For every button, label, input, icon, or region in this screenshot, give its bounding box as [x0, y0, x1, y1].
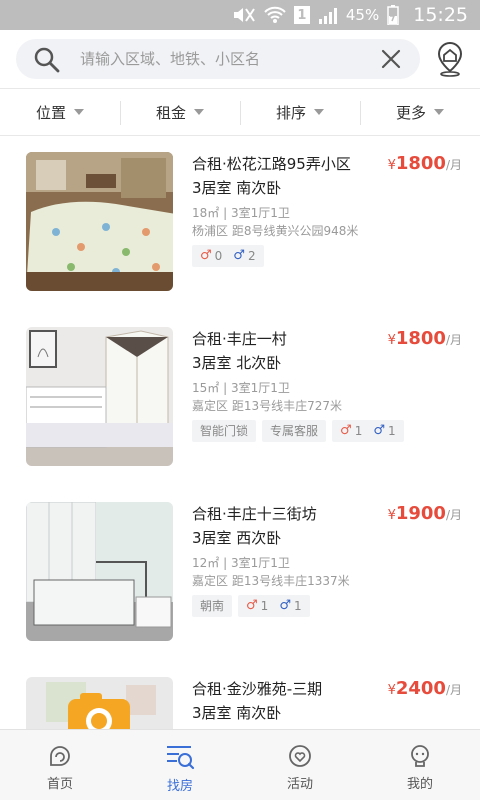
tab-activity[interactable]: 活动 — [240, 730, 360, 800]
filter-rent[interactable]: 租金 — [120, 89, 240, 135]
sim-icon: 1 — [293, 6, 310, 24]
male-count: 2 — [247, 249, 256, 263]
signal-icon — [318, 8, 337, 24]
status-bar: 1 45% 15:25 — [0, 0, 480, 30]
location-home-icon[interactable] — [434, 41, 466, 77]
roommate-gender-tag: ♂ 1 ♂ 1 — [332, 420, 404, 442]
tab-label: 找房 — [166, 779, 193, 794]
price-unit: /月 — [445, 683, 462, 697]
listing-tags: 朝南 ♂ 1 ♂ 1 — [192, 595, 462, 617]
listing-location: 杨浦区 距8号线黄兴公园948米 — [192, 224, 359, 238]
activity-icon — [289, 745, 311, 767]
wifi-icon — [264, 6, 286, 23]
feature-tag: 专属客服 — [262, 420, 327, 442]
filter-location[interactable]: 位置 — [0, 89, 120, 135]
search-input[interactable]: 请输入区域、地铁、小区名 — [16, 39, 420, 79]
room-photo — [26, 152, 173, 291]
listing-price: ¥1900/月 — [388, 502, 462, 528]
listing-card[interactable]: 合租·金沙雅苑-三期 3居室 南次卧 ¥2400/月 — [0, 677, 480, 729]
filter-sort[interactable]: 排序 — [240, 89, 360, 135]
listing-price: ¥2400/月 — [388, 677, 462, 703]
filter-bar: 位置 租金 排序 更多 — [0, 88, 480, 136]
listing-price: ¥1800/月 — [388, 152, 462, 178]
listing-area: 12㎡ | 3室1厅1卫 — [192, 556, 290, 570]
price-value: 2400 — [395, 678, 446, 699]
status-icons: 1 45% 15:25 — [232, 0, 468, 30]
home-icon — [50, 746, 70, 766]
tab-label: 活动 — [286, 777, 313, 792]
male-icon: ♂ — [233, 248, 245, 263]
currency: ¥ — [387, 158, 396, 173]
price-unit: /月 — [445, 508, 462, 522]
filter-label: 更多 — [395, 103, 426, 122]
search-placeholder: 请输入区域、地铁、小区名 — [80, 50, 261, 68]
listing-tags: ♂ 0 ♂ 2 — [192, 245, 462, 267]
price-value: 1800 — [395, 328, 446, 349]
caret-down-icon — [74, 109, 84, 115]
price-unit: /月 — [445, 158, 462, 172]
female-icon: ♂ — [200, 248, 212, 263]
find-room-icon — [167, 746, 195, 770]
listing-card[interactable]: 合租·松花江路95弄小区 3居室 南次卧 18㎡ | 3室1厅1卫 杨浦区 距8… — [0, 152, 480, 312]
female-count: 1 — [260, 599, 269, 613]
battery-percent: 45% — [345, 6, 380, 24]
male-count: 1 — [387, 424, 396, 438]
listing-rooms: 3居室 北次卧 — [192, 354, 282, 372]
filter-more[interactable]: 更多 — [360, 89, 480, 135]
roommate-gender-tag: ♂ 1 ♂ 1 — [238, 595, 310, 617]
female-icon: ♂ — [246, 598, 258, 613]
female-count: 0 — [214, 249, 223, 263]
search-row: 请输入区域、地铁、小区名 — [0, 30, 480, 88]
listing-tags: 智能门锁 专属客服 ♂ 1 ♂ 1 — [192, 420, 462, 442]
clear-icon[interactable] — [380, 48, 402, 70]
mute-icon — [233, 8, 255, 22]
price-value: 1900 — [395, 503, 446, 524]
female-count: 1 — [354, 424, 363, 438]
caret-down-icon — [314, 109, 324, 115]
feature-tag: 朝南 — [192, 595, 233, 617]
female-icon: ♂ — [340, 423, 352, 438]
listing-area: 18㎡ | 3室1厅1卫 — [192, 206, 290, 220]
tab-profile[interactable]: 我的 — [360, 730, 480, 800]
currency: ¥ — [387, 508, 396, 523]
room-photo — [26, 327, 173, 466]
tab-home[interactable]: 首页 — [0, 730, 120, 800]
clock: 15:25 — [413, 4, 468, 26]
filter-label: 位置 — [35, 103, 66, 122]
tab-label: 我的 — [406, 777, 433, 792]
profile-icon — [411, 745, 429, 767]
listing-price: ¥1800/月 — [388, 327, 462, 353]
listing-area: 15㎡ | 3室1厅1卫 — [192, 381, 290, 395]
battery-icon — [387, 5, 399, 25]
filter-label: 租金 — [155, 103, 186, 122]
listing-card[interactable]: 合租·丰庄十三街坊 3居室 西次卧 12㎡ | 3室1厅1卫 嘉定区 距13号线… — [0, 502, 480, 662]
listing-location: 嘉定区 距13号线丰庄1337米 — [192, 574, 350, 588]
currency: ¥ — [387, 683, 396, 698]
caret-down-icon — [194, 109, 204, 115]
listing-rooms: 3居室 南次卧 — [192, 704, 282, 722]
tab-find-room[interactable]: 找房 — [120, 730, 240, 800]
tab-label: 首页 — [46, 777, 73, 792]
currency: ¥ — [387, 333, 396, 348]
filter-label: 排序 — [275, 103, 306, 122]
price-unit: /月 — [445, 333, 462, 347]
bottom-tab-bar: 首页 找房 活动 我的 — [0, 729, 480, 800]
male-icon: ♂ — [279, 598, 291, 613]
room-photo — [26, 502, 173, 641]
price-value: 1800 — [395, 153, 446, 174]
listing-rooms: 3居室 西次卧 — [192, 529, 282, 547]
listing-rooms: 3居室 南次卧 — [192, 179, 282, 197]
male-icon: ♂ — [373, 423, 385, 438]
listing-location: 嘉定区 距13号线丰庄727米 — [192, 399, 342, 413]
search-icon — [34, 47, 60, 73]
male-count: 1 — [293, 599, 302, 613]
listing-card[interactable]: 合租·丰庄一村 3居室 北次卧 15㎡ | 3室1厅1卫 嘉定区 距13号线丰庄… — [0, 327, 480, 487]
roommate-gender-tag: ♂ 0 ♂ 2 — [192, 245, 264, 267]
caret-down-icon — [434, 109, 444, 115]
feature-tag: 智能门锁 — [192, 420, 257, 442]
room-photo-placeholder — [26, 677, 173, 729]
